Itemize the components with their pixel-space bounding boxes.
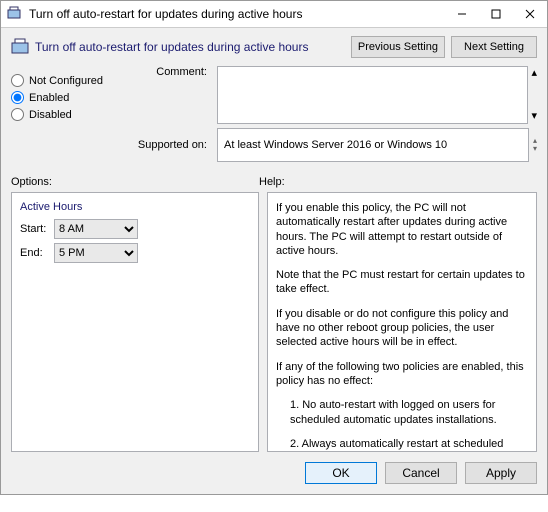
end-label: End: [20, 247, 54, 259]
cancel-button[interactable]: Cancel [385, 462, 457, 484]
policy-title: Turn off auto-restart for updates during… [35, 40, 345, 54]
help-label: Help: [259, 176, 285, 188]
supported-scrollbar[interactable]: ▴▾ [533, 137, 537, 153]
help-text: If you enable this policy, the PC will n… [276, 201, 528, 258]
app-icon [7, 6, 21, 23]
policy-icon [11, 38, 29, 57]
supported-on-label: Supported on: [121, 139, 217, 151]
comment-label: Comment: [121, 66, 217, 124]
next-setting-button[interactable]: Next Setting [451, 36, 537, 58]
help-text: If any of the following two policies are… [276, 360, 528, 389]
comment-input[interactable] [217, 66, 528, 124]
radio-disabled[interactable]: Disabled [11, 108, 121, 121]
help-pane: If you enable this policy, the PC will n… [267, 192, 537, 452]
ok-button[interactable]: OK [305, 462, 377, 484]
minimize-button[interactable] [445, 1, 479, 27]
apply-button[interactable]: Apply [465, 462, 537, 484]
end-select[interactable]: 5 PM [54, 243, 138, 263]
help-text: 2. Always automatically restart at sched… [276, 437, 528, 452]
supported-on-value: At least Windows Server 2016 or Windows … [217, 128, 529, 162]
help-text: 1. No auto-restart with logged on users … [276, 398, 528, 427]
help-text: If you disable or do not configure this … [276, 307, 528, 350]
start-label: Start: [20, 223, 54, 235]
start-select[interactable]: 8 AM [54, 219, 138, 239]
maximize-button[interactable] [479, 1, 513, 27]
radio-enabled[interactable]: Enabled [11, 91, 121, 104]
window-title: Turn off auto-restart for updates during… [27, 7, 445, 21]
options-pane: Active Hours Start: 8 AM End: 5 PM [11, 192, 259, 452]
comment-scrollbar[interactable]: ▴▾ [531, 66, 537, 122]
previous-setting-button[interactable]: Previous Setting [351, 36, 445, 58]
state-radio-group: Not Configured Enabled Disabled [11, 66, 121, 125]
radio-not-configured[interactable]: Not Configured [11, 74, 121, 87]
titlebar: Turn off auto-restart for updates during… [1, 1, 547, 28]
policy-editor-window: Turn off auto-restart for updates during… [0, 0, 548, 495]
options-label: Options: [11, 176, 259, 188]
active-hours-heading: Active Hours [20, 201, 250, 213]
help-text: Note that the PC must restart for certai… [276, 268, 528, 297]
close-button[interactable] [513, 1, 547, 27]
